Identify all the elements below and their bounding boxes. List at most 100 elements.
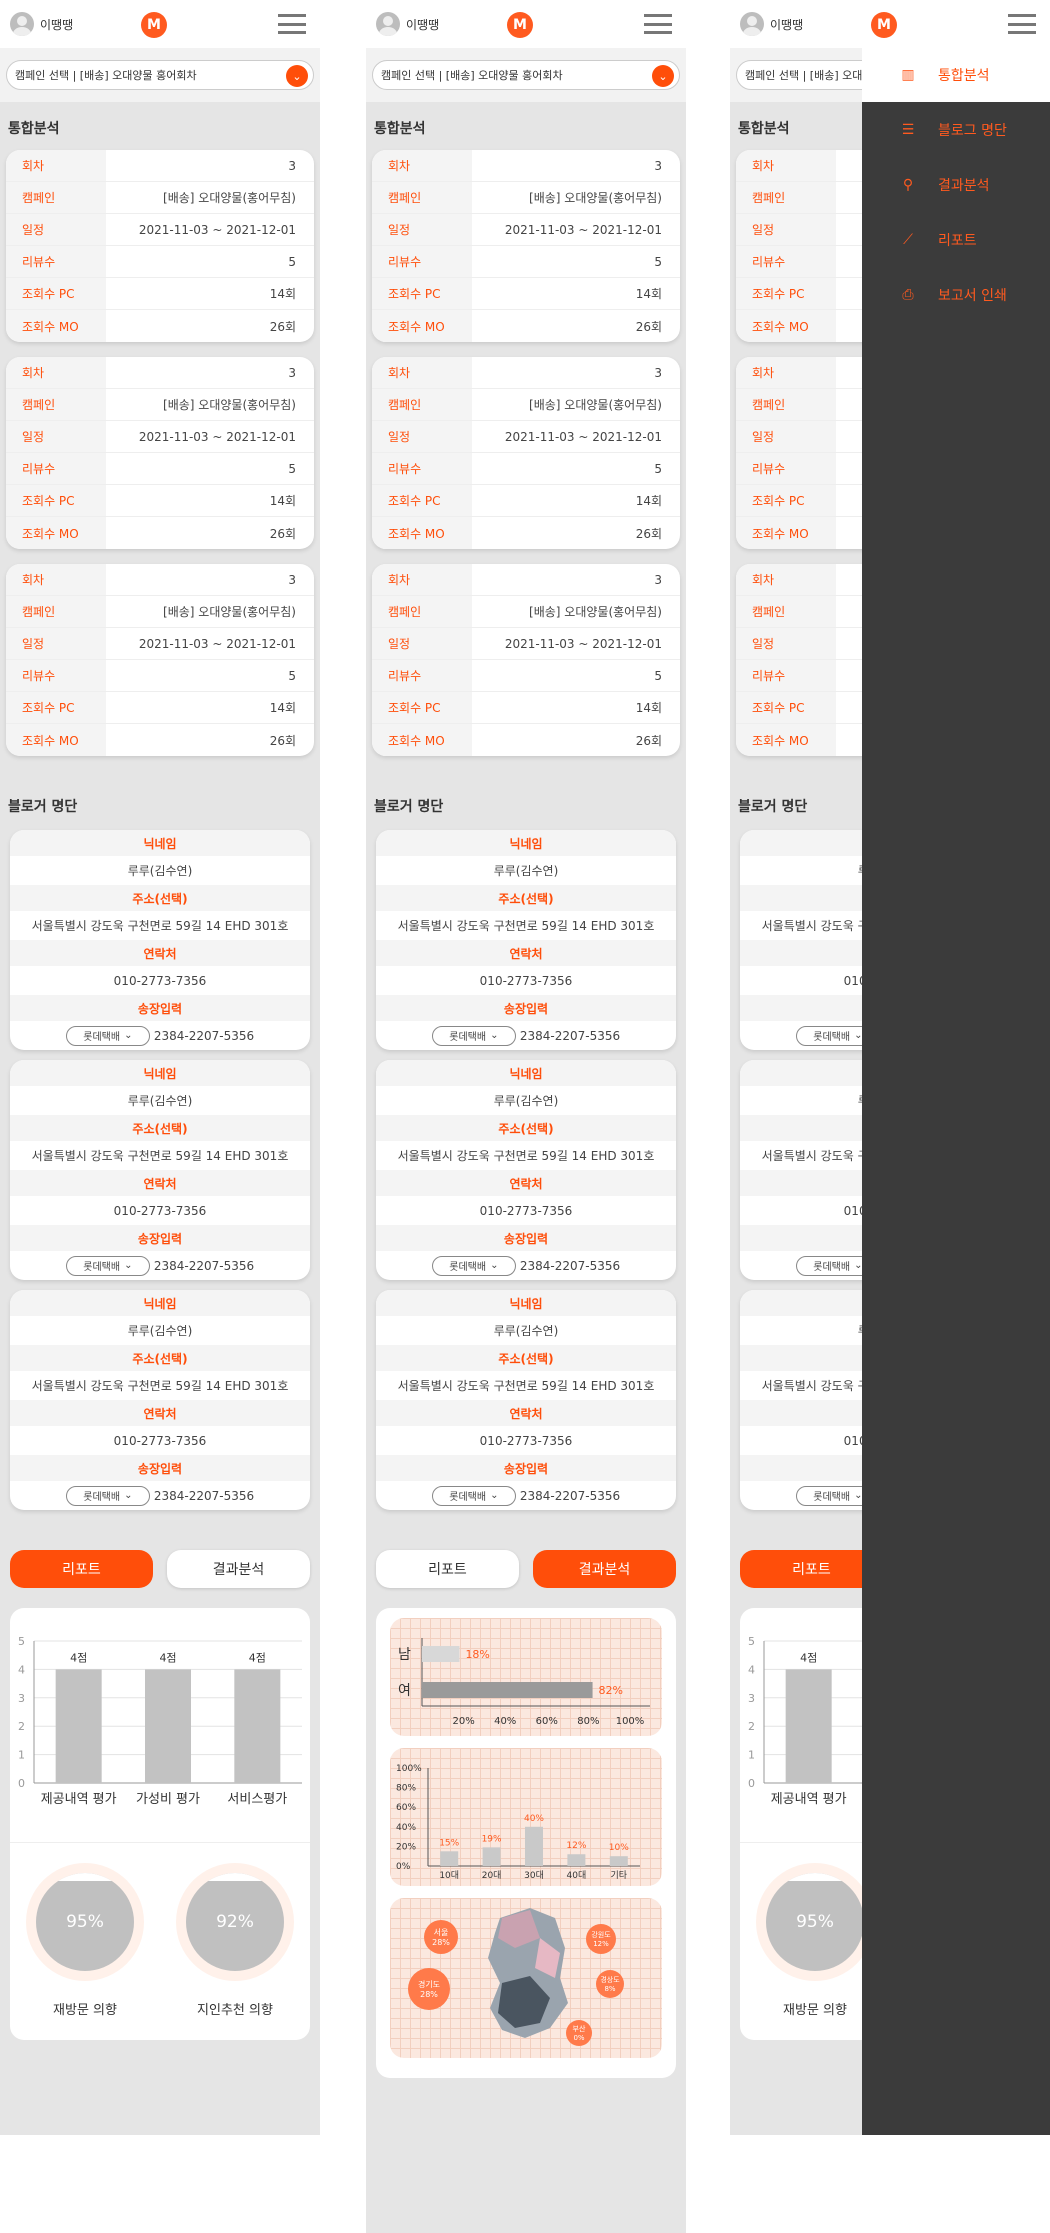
x-tick-label: 30대 xyxy=(524,1870,544,1881)
courier-select[interactable]: 롯데택배 ⌄ xyxy=(65,1485,150,1506)
chevron-down-icon[interactable]: ⌄ xyxy=(652,65,674,87)
analysis-value: 14회 xyxy=(269,701,296,715)
analysis-row: 리뷰수 5 xyxy=(372,453,680,485)
tab-report[interactable]: 리포트 xyxy=(10,1550,153,1588)
courier-select[interactable]: 롯데택배 ⌄ xyxy=(431,1485,516,1506)
analysis-label: 회차 xyxy=(6,150,106,181)
revisit-value: 95% xyxy=(766,1873,864,1971)
avatar-icon[interactable] xyxy=(10,12,34,36)
analysis-value: 26회 xyxy=(269,733,296,748)
y-tick-label: 40% xyxy=(396,1823,416,1833)
analysis-label: 조회수 MO xyxy=(736,724,836,756)
revisit-gauge: 95% xyxy=(26,1863,144,1981)
data-label: 12% xyxy=(566,1841,586,1851)
revisit-gauge: 95% xyxy=(756,1863,874,1981)
bar xyxy=(422,1646,460,1662)
courier-select[interactable]: 롯데택배 ⌄ xyxy=(431,1255,516,1276)
analysis-label: 회차 xyxy=(6,564,106,595)
shipping-label: 송장입력 xyxy=(10,1225,310,1251)
campaign-select[interactable]: 캠페인 선택 | [배송] 오대양물 홍어회차 ⌄ xyxy=(372,60,680,90)
analysis-row: 조회수 PC 14회 xyxy=(372,692,680,724)
chevron-down-icon[interactable]: ⌄ xyxy=(286,65,308,87)
analysis-value: 3 xyxy=(654,158,662,173)
courier-value: 롯데택배 xyxy=(83,1032,121,1043)
courier-select[interactable]: 롯데택배 ⌄ xyxy=(431,1025,516,1046)
top-bar: 이땡땡 M xyxy=(730,0,1050,48)
analysis-label: 일정 xyxy=(6,421,106,452)
analysis-label: 일정 xyxy=(6,214,106,245)
chevron-down-icon: ⌄ xyxy=(124,1030,133,1041)
user-name: 이땡땡 xyxy=(770,17,804,32)
analysis-value: 2021-11-03 ~ 2021-12-01 xyxy=(138,636,296,651)
analysis-value: 3 xyxy=(288,572,296,587)
analysis-row: 일정 2021-11-03 ~ 2021-12-01 xyxy=(6,214,314,246)
blogger-card: 닉네임 루루(김수연) 주소(선택) 서울특별시 강도욱 구천면로 59길 14… xyxy=(376,1060,676,1280)
analysis-row: 조회수 PC 14회 xyxy=(6,692,314,724)
analysis-row: 조회수 PC 14회 xyxy=(372,278,680,310)
avatar-icon[interactable] xyxy=(376,12,400,36)
analysis-value: 26회 xyxy=(269,526,296,541)
analysis-label: 조회수 MO xyxy=(372,517,472,549)
courier-select[interactable]: 롯데택배 ⌄ xyxy=(65,1255,150,1276)
analysis-row: 회차 3 xyxy=(372,150,680,182)
printer-icon: ⎙ xyxy=(902,286,914,303)
address-label: 주소(선택) xyxy=(376,1115,676,1141)
analysis-row: 조회수 MO 26회 xyxy=(372,724,680,756)
analysis-label: 리뷰수 xyxy=(6,660,106,691)
courier-value: 롯데택배 xyxy=(83,1262,121,1273)
analysis-value: [배송] 오대양물(홍어무침) xyxy=(529,398,662,412)
gender-bar-chart: 남 18% 여 82% 20% 40% 60% 80% 100% xyxy=(398,1638,650,1727)
courier-select[interactable]: 롯데택배 ⌄ xyxy=(65,1025,150,1046)
logo-icon[interactable]: M xyxy=(507,12,533,38)
x-tick-label: 80% xyxy=(577,1716,599,1727)
drawer-item[interactable]: ⚲ 결과분석 xyxy=(862,157,1050,212)
drawer-item[interactable]: ☰ 블로그 명단 xyxy=(862,102,1050,157)
data-label: 40% xyxy=(524,1814,544,1824)
x-tick-label: 가성비 평가 xyxy=(136,1792,200,1807)
logo-icon[interactable]: M xyxy=(871,12,897,38)
search-analysis-icon: ⚲ xyxy=(902,176,914,193)
analysis-label: 조회수 PC xyxy=(736,692,836,723)
avatar-icon[interactable] xyxy=(740,12,764,36)
address-label: 주소(선택) xyxy=(10,1345,310,1371)
analysis-label: 캠페인 xyxy=(372,596,472,627)
courier-value: 롯데택배 xyxy=(813,1032,851,1043)
hamburger-menu-icon[interactable] xyxy=(278,14,306,34)
courier-value: 롯데택배 xyxy=(813,1492,851,1503)
revisit-label: 재방문 의향 xyxy=(53,2003,117,2018)
courier-value: 롯데택배 xyxy=(449,1262,487,1273)
analysis-label: 캠페인 xyxy=(736,596,836,627)
y-tick-label: 60% xyxy=(396,1803,416,1813)
analysis-row: 조회수 MO 26회 xyxy=(372,517,680,549)
analysis-label: 리뷰수 xyxy=(372,660,472,691)
analysis-value: 14회 xyxy=(269,287,296,301)
analysis-row: 일정 2021-11-03 ~ 2021-12-01 xyxy=(372,628,680,660)
analysis-label: 조회수 MO xyxy=(736,310,836,342)
tab-result[interactable]: 결과분석 xyxy=(533,1550,676,1588)
drawer-item[interactable]: ⎙ 보고서 인쇄 xyxy=(862,267,1050,322)
analysis-label: 캠페인 xyxy=(736,389,836,420)
blogger-card: 닉네임 루루(김수연) 주소(선택) 서울특별시 강도욱 구천면로 59길 14… xyxy=(376,1290,676,1510)
phone-label: 연락처 xyxy=(10,1400,310,1426)
analysis-label: 리뷰수 xyxy=(736,660,836,691)
drawer-item[interactable]: ▥ 통합분석 xyxy=(862,47,1050,102)
analysis-label: 조회수 MO xyxy=(372,724,472,756)
bar xyxy=(609,1856,628,1866)
tab-report[interactable]: 리포트 xyxy=(376,1550,519,1588)
analysis-value: 5 xyxy=(288,254,296,269)
nick-label: 닉네임 xyxy=(376,830,676,856)
tab-result[interactable]: 결과분석 xyxy=(167,1550,310,1588)
analysis-label: 조회수 MO xyxy=(6,310,106,342)
hamburger-menu-icon[interactable] xyxy=(1008,14,1036,34)
logo-icon[interactable]: M xyxy=(141,12,167,38)
analysis-card: 회차 3 캠페인 [배송] 오대양물(홍어무침) 일정 2021-11-03 ~ 2021… xyxy=(6,357,314,549)
analysis-value: 2021-11-03 ~ 2021-12-01 xyxy=(504,222,662,237)
drawer-item[interactable]: ⟋ 리포트 xyxy=(862,212,1050,267)
region-map: 서울 28% 경기도 28% 강원도 12% 경상도 8% 부산 0% xyxy=(390,1898,662,2058)
campaign-select[interactable]: 캠페인 선택 | [배송] 오대양물 홍어회차 ⌄ xyxy=(6,60,314,90)
data-label: 82% xyxy=(599,1684,623,1697)
revisit-label: 재방문 의향 xyxy=(783,2003,847,2018)
hamburger-menu-icon[interactable] xyxy=(644,14,672,34)
chevron-down-icon: ⌄ xyxy=(124,1260,133,1271)
y-tick-label: 4 xyxy=(18,1663,25,1676)
